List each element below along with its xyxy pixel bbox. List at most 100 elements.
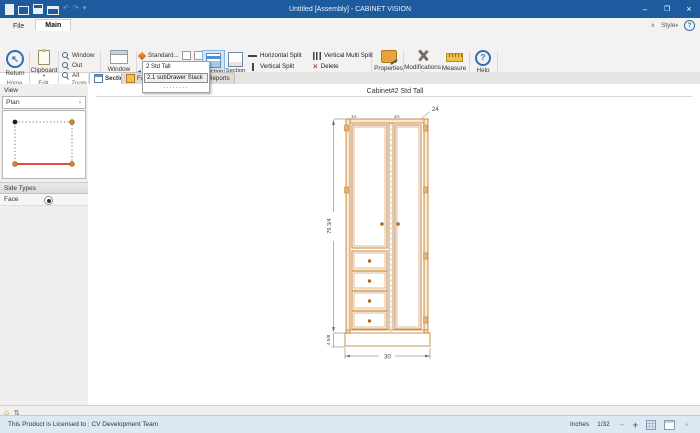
cabinet-footprint-outline [14,121,73,165]
corner-handle-back-left[interactable] [12,119,18,125]
corner-handle-back-right[interactable] [69,119,75,125]
license-text: This Product is Licensed to : CV Develop… [8,421,159,428]
drawing-title: Cabinet#2 Std Tall [367,88,424,95]
undo-icon[interactable]: ↶ [63,4,69,14]
popup-more-indicator[interactable]: ........ [143,84,209,92]
view-sidebar: View Plan Side Types Face [0,84,89,405]
window-controls [634,0,700,18]
magnifier-icon [62,72,69,79]
right-door-knob[interactable] [396,222,400,226]
zoom-all-button[interactable]: All [62,71,79,80]
quick-access-dropdown-icon[interactable]: ▾ [83,4,87,14]
ruler-icon [445,53,463,62]
style-gem-icon [137,51,147,60]
precision-indicator[interactable]: 1/32 [597,421,610,428]
style-dropdown[interactable]: Style [661,22,678,29]
quick-access-toolbar: ↶ ↷ ▾ [0,3,87,15]
crossed-tools-icon [416,50,430,62]
right-door[interactable] [394,124,422,330]
close-button[interactable] [678,0,700,18]
dimension-depth: 24 [432,107,439,113]
return-arrow-icon [6,50,24,68]
status-right-cluster: Inches 1/32 [570,419,700,430]
style-dropdown-popup: 2 Std Tall 2.1 subDrawer Stack ........ [142,61,210,93]
center-divider [388,123,394,332]
left-door-knob[interactable] [380,222,384,226]
hinge-marks [344,124,428,324]
popup-item-std-tall[interactable]: 2 Std Tall [143,62,209,72]
horizontal-split-icon [248,54,257,57]
horizontal-split-button[interactable]: Horizontal Split [248,51,302,60]
section-label-1a: 1A [351,114,358,120]
side-type-face-row[interactable]: Face [0,194,88,206]
tab-main[interactable]: Main [35,19,72,31]
drawing-canvas: Cabinet#2 Std Tall 79 3/4 4 5/8 30 24 1A… [88,84,700,405]
bottom-nav-bar [0,405,700,415]
side-types-header: Side Types [0,182,88,194]
ribbon-tabs: File Main [0,18,72,31]
zoom-window-button[interactable]: Window [62,51,94,60]
help-question-icon [475,50,491,66]
drawer-stack[interactable] [351,250,388,330]
delete-button[interactable]: Delete [313,62,339,71]
redo-icon[interactable]: ↷ [73,4,79,14]
magnifier-icon [62,52,69,59]
grid-toggle-icon[interactable] [646,419,657,430]
resize-grip-icon [683,421,690,428]
maximize-button[interactable] [656,0,678,18]
plan-preview-box[interactable] [2,110,86,179]
section-tab-icon [94,74,103,83]
clipboard-icon [38,49,50,65]
section-label-2a: 2A [394,114,401,120]
left-door[interactable] [351,124,388,249]
vertical-split-button[interactable]: Vertical Split [248,62,294,71]
window-title: Untitled [Assembly] - CABINET VISION [288,5,411,13]
view-combobox[interactable]: Plan [2,96,86,109]
vertical-multi-split-button[interactable]: Vertical Multi Split [313,51,373,60]
chevron-down-icon [675,22,678,29]
titlebar: ↶ ↷ ▾ Untitled [Assembly] - CABINET VISI… [0,0,700,18]
delete-x-icon [313,63,318,71]
cabinet-section-drawing[interactable]: Cabinet#2 Std Tall 79 3/4 4 5/8 30 24 1A… [88,84,700,405]
units-indicator[interactable]: Inches [570,421,589,428]
plan-preview-drawing [12,119,75,167]
pan-arrow-icon[interactable] [618,421,625,428]
clipboard-button[interactable]: Clipboard [31,49,57,79]
face-tab-icon [126,74,135,83]
vertical-split-icon [251,62,254,71]
section-interior-icon [228,52,243,67]
ribbon: File Main Style ? Return Home Clipboard [0,18,700,87]
dimension-height: 79 3/4 [327,218,333,233]
view-label: View [4,87,18,94]
window-layout-icon[interactable] [664,419,676,430]
chevron-down-icon [43,74,45,79]
popup-item-subdrawer-stack[interactable]: 2.1 subDrawer Stack [144,73,208,83]
dimension-base: 4 5/8 [326,334,332,345]
minimize-button[interactable] [634,0,656,18]
new-document-icon[interactable] [5,3,14,15]
corner-handle-front-left[interactable] [12,161,18,167]
window-icon [110,50,128,64]
style-standard-selector[interactable]: Standard... [137,51,203,60]
zoom-in-icon[interactable] [633,420,638,430]
return-button[interactable]: Return [2,50,28,77]
print-icon[interactable] [47,5,59,15]
zoom-out-button[interactable]: Out [62,61,82,70]
collapse-ribbon-icon[interactable] [651,22,655,29]
face-radio-button[interactable] [44,196,53,205]
tab-file[interactable]: File [4,21,33,31]
combobox-dropdown-icon [75,100,85,106]
cabinet-frame[interactable] [344,118,431,347]
vertical-multi-split-icon [313,51,321,60]
open-folder-icon[interactable] [18,5,29,15]
ribbon-help-icon[interactable]: ? [684,20,695,31]
cabinet-vision-window: ↶ ↷ ▾ Untitled [Assembly] - CABINET VISI… [0,0,700,433]
edit-style-icon[interactable] [181,51,191,60]
ribbon-right-controls: Style ? [651,20,695,31]
status-bar: This Product is Licensed to : CV Develop… [0,415,700,433]
properties-toolbox-icon [380,50,397,63]
corner-handle-front-right[interactable] [69,161,75,167]
dimension-width: 30 [384,355,391,361]
magnifier-icon [62,62,69,69]
save-icon[interactable] [33,4,43,14]
